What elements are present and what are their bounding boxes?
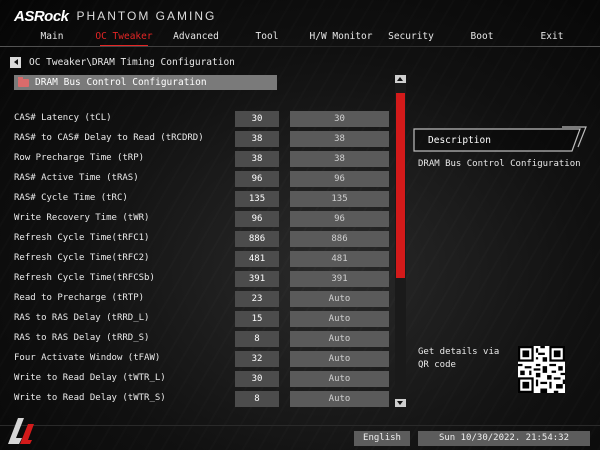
current-value[interactable]: 391 xyxy=(235,271,279,287)
description-header: Description xyxy=(412,125,587,153)
timing-row-tfaw[interactable]: Four Activate Window (tFAW) 32 Auto xyxy=(0,350,400,370)
timing-row-trfcsb[interactable]: Refresh Cycle Time(tRFCSb) 391 391 xyxy=(0,270,400,290)
setting-field[interactable]: Auto xyxy=(290,331,389,347)
setting-field[interactable]: Auto xyxy=(290,311,389,327)
setting-field[interactable]: 391 xyxy=(290,271,389,287)
description-title: Description xyxy=(428,135,491,146)
setting-field[interactable]: Auto xyxy=(290,371,389,387)
scroll-down-arrow-icon[interactable] xyxy=(395,399,406,407)
setting-field[interactable]: Auto xyxy=(290,291,389,307)
tab-main[interactable]: Main xyxy=(30,27,74,47)
qr-caption: Get details via QR code xyxy=(418,347,500,370)
setting-field[interactable]: 886 xyxy=(290,231,389,247)
setting-field[interactable]: 38 xyxy=(290,151,389,167)
row-label: CAS# Latency (tCL) xyxy=(14,113,112,123)
timing-row-twr[interactable]: Write Recovery Time (tWR) 96 96 xyxy=(0,210,400,230)
row-label: Refresh Cycle Time(tRFCSb) xyxy=(14,273,155,283)
section-title: DRAM Bus Control Configuration xyxy=(35,77,207,88)
current-value[interactable]: 96 xyxy=(235,171,279,187)
current-value[interactable]: 96 xyxy=(235,211,279,227)
tab-boot[interactable]: Boot xyxy=(466,27,498,47)
description-text: DRAM Bus Control Configuration xyxy=(418,159,581,169)
tab-security[interactable]: Security xyxy=(386,27,436,47)
setting-field[interactable]: 135 xyxy=(290,191,389,207)
current-value[interactable]: 30 xyxy=(235,371,279,387)
row-label: RAS# Active Time (tRAS) xyxy=(14,173,139,183)
timing-row-twtr-l[interactable]: Write to Read Delay (tWTR_L) 30 Auto xyxy=(0,370,400,390)
tab-tool[interactable]: Tool xyxy=(250,27,284,47)
current-value[interactable]: 30 xyxy=(235,111,279,127)
timing-row-trc[interactable]: RAS# Cycle Time (tRC) 135 135 xyxy=(0,190,400,210)
current-value[interactable]: 8 xyxy=(235,391,279,407)
back-arrow-icon[interactable] xyxy=(10,56,21,68)
timing-row-trrd-l[interactable]: RAS to RAS Delay (tRRD_L) 15 Auto xyxy=(0,310,400,330)
section-header[interactable]: DRAM Bus Control Configuration xyxy=(14,75,277,90)
row-label: Refresh Cycle Time(tRFC2) xyxy=(14,253,150,263)
row-label: RAS# Cycle Time (tRC) xyxy=(14,193,128,203)
main-nav: Main OC Tweaker Advanced Tool H/W Monito… xyxy=(0,27,600,47)
tab-exit[interactable]: Exit xyxy=(536,27,568,47)
brand: ASRock PHANTOM GAMING xyxy=(14,7,217,25)
timing-row-trfc2[interactable]: Refresh Cycle Time(tRFC2) 481 481 xyxy=(0,250,400,270)
setting-field[interactable]: Auto xyxy=(290,391,389,407)
language-button[interactable]: English xyxy=(354,431,410,446)
timing-row-tras[interactable]: RAS# Active Time (tRAS) 96 96 xyxy=(0,170,400,190)
phantom-gaming-emblem-icon xyxy=(8,418,34,444)
current-value[interactable]: 886 xyxy=(235,231,279,247)
scroll-up-arrow-icon[interactable] xyxy=(395,75,406,83)
current-value[interactable]: 23 xyxy=(235,291,279,307)
tab-oc-tweaker[interactable]: OC Tweaker xyxy=(94,27,154,47)
current-value[interactable]: 8 xyxy=(235,331,279,347)
tab-hw-monitor[interactable]: H/W Monitor xyxy=(308,27,374,47)
folder-icon xyxy=(18,76,29,87)
row-label: Write Recovery Time (tWR) xyxy=(14,213,150,223)
setting-field[interactable]: 96 xyxy=(290,211,389,227)
row-label: Four Activate Window (tFAW) xyxy=(14,353,161,363)
datetime-display: Sun 10/30/2022. 21:54:32 xyxy=(418,431,590,446)
setting-field[interactable]: 38 xyxy=(290,131,389,147)
setting-field[interactable]: 30 xyxy=(290,111,389,127)
asrock-logo: ASRock xyxy=(14,7,69,25)
row-label: Read to Precharge (tRTP) xyxy=(14,293,145,303)
timing-row-trtp[interactable]: Read to Precharge (tRTP) 23 Auto xyxy=(0,290,400,310)
breadcrumb: OC Tweaker\DRAM Timing Configuration xyxy=(10,55,235,69)
timing-row-tcl[interactable]: CAS# Latency (tCL) 30 30 xyxy=(0,110,400,130)
row-label: Row Precharge Time (tRP) xyxy=(14,153,145,163)
row-label: RAS# to CAS# Delay to Read (tRCDRD) xyxy=(14,133,204,143)
current-value[interactable]: 15 xyxy=(235,311,279,327)
row-label: Write to Read Delay (tWTR_L) xyxy=(14,373,166,383)
timing-row-trp[interactable]: Row Precharge Time (tRP) 38 38 xyxy=(0,150,400,170)
current-value[interactable]: 481 xyxy=(235,251,279,267)
row-label: RAS to RAS Delay (tRRD_L) xyxy=(14,313,150,323)
current-value[interactable]: 32 xyxy=(235,351,279,367)
row-label: RAS to RAS Delay (tRRD_S) xyxy=(14,333,150,343)
tab-advanced[interactable]: Advanced xyxy=(170,27,222,47)
setting-field[interactable]: Auto xyxy=(290,351,389,367)
breadcrumb-path: OC Tweaker\DRAM Timing Configuration xyxy=(29,56,235,68)
row-label: Refresh Cycle Time(tRFC1) xyxy=(14,233,150,243)
footer-divider xyxy=(0,425,600,426)
timing-row-trcdrd[interactable]: RAS# to CAS# Delay to Read (tRCDRD) 38 3… xyxy=(0,130,400,150)
scrollbar-thumb[interactable] xyxy=(396,93,405,278)
current-value[interactable]: 135 xyxy=(235,191,279,207)
current-value[interactable]: 38 xyxy=(235,151,279,167)
qr-code-icon xyxy=(518,346,565,393)
timing-row-twtr-s[interactable]: Write to Read Delay (tWTR_S) 8 Auto xyxy=(0,390,400,410)
scrollbar[interactable] xyxy=(395,75,406,407)
current-value[interactable]: 38 xyxy=(235,131,279,147)
setting-field[interactable]: 96 xyxy=(290,171,389,187)
phantom-gaming-logo: PHANTOM GAMING xyxy=(76,9,217,23)
timing-row-trrd-s[interactable]: RAS to RAS Delay (tRRD_S) 8 Auto xyxy=(0,330,400,350)
timing-row-trfc1[interactable]: Refresh Cycle Time(tRFC1) 886 886 xyxy=(0,230,400,250)
row-label: Write to Read Delay (tWTR_S) xyxy=(14,393,166,403)
nav-divider xyxy=(0,46,600,47)
setting-field[interactable]: 481 xyxy=(290,251,389,267)
